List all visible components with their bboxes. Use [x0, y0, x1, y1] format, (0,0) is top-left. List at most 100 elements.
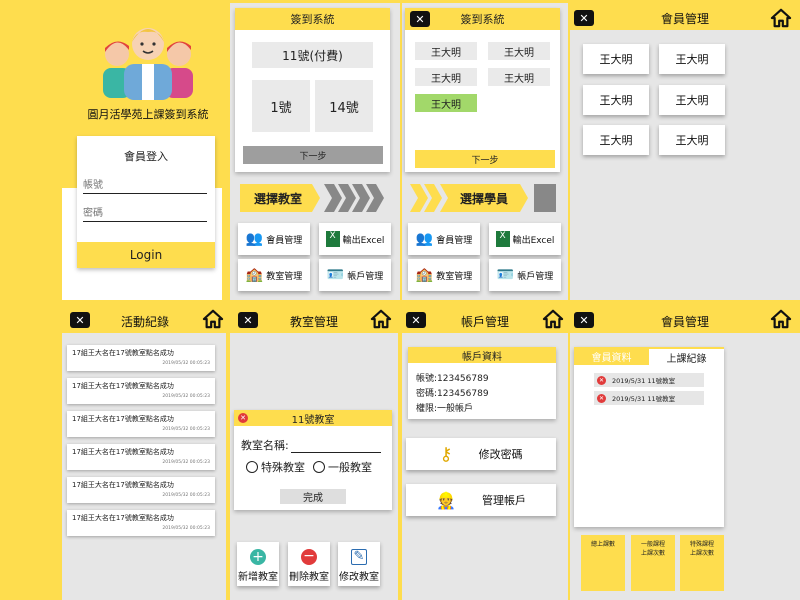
- class-record-item: ✕ 2019/5/31 11號教室: [594, 373, 704, 387]
- tab-member-info[interactable]: 會員資料: [574, 347, 649, 365]
- classroom-dialog-titlebar: ✕ 11號教室: [234, 410, 392, 426]
- member-name-card[interactable]: 王大明: [583, 125, 649, 155]
- class-record-text: 2019/5/31 11號教室: [612, 377, 676, 385]
- record-text: 17組王大名在17號教室點名成功: [72, 349, 174, 357]
- menu-member-button[interactable]: 👥 會員管理: [238, 223, 310, 255]
- id-card-icon: 🪪: [326, 267, 345, 283]
- seat-1-button[interactable]: 1號: [252, 80, 310, 132]
- list-item: 17組王大名在17號教室點名成功 2019/05/32 00:05:23: [67, 510, 215, 536]
- plus-circle-icon: +: [250, 549, 266, 565]
- login-button[interactable]: Login: [77, 242, 215, 268]
- radio-normal[interactable]: [313, 461, 325, 473]
- delete-classroom-label: 刪除教室: [289, 572, 329, 583]
- key-icon: ⚷: [439, 443, 453, 465]
- close-icon[interactable]: ✕: [406, 312, 426, 328]
- list-item: 17組王大名在17號教室點名成功 2019/05/32 00:05:23: [67, 345, 215, 371]
- menu-account-button[interactable]: 🪪 帳戶管理: [489, 259, 561, 291]
- menu-account-button[interactable]: 🪪 帳戶管理: [319, 259, 391, 291]
- close-icon[interactable]: ✕: [574, 10, 594, 26]
- member-detail-topbar: ✕ 會員管理: [570, 309, 800, 333]
- menu-classroom-label: 教室管理: [436, 271, 473, 282]
- classroom-topbar: ✕ 教室管理: [230, 309, 398, 333]
- student-button-selected[interactable]: 王大明: [415, 94, 477, 112]
- change-password-button[interactable]: ⚷ 修改密碼: [406, 438, 556, 470]
- radio-special[interactable]: [246, 461, 258, 473]
- stat-special-classes: 特殊課程 上課次數: [680, 535, 724, 591]
- step-select-classroom: 選擇教室: [240, 184, 390, 212]
- home-icon[interactable]: [770, 8, 792, 28]
- stat-total-classes: 總上課數: [581, 535, 625, 591]
- menu-account-label: 帳戶管理: [347, 271, 384, 282]
- record-text: 17組王大名在17號教室點名成功: [72, 415, 174, 423]
- close-icon[interactable]: ✕: [410, 11, 430, 27]
- manage-account-button[interactable]: 👷 管理帳戶: [406, 484, 556, 516]
- menu-classroom-button[interactable]: 🏫 教室管理: [238, 259, 310, 291]
- account-topbar: ✕ 帳戶管理: [402, 309, 568, 333]
- member-name-card[interactable]: 王大明: [659, 125, 725, 155]
- edit-classroom-button[interactable]: ✎ 修改教室: [338, 542, 380, 586]
- menu-member-button[interactable]: 👥 會員管理: [408, 223, 480, 255]
- add-classroom-label: 新增教室: [238, 572, 278, 583]
- record-date: 2019/05/32 00:05:23: [162, 460, 210, 465]
- paid-seat-button[interactable]: 11號(付費): [252, 42, 373, 68]
- manage-account-label: 管理帳戶: [481, 494, 526, 507]
- menu-classroom-button[interactable]: 🏫 教室管理: [408, 259, 480, 291]
- menu-member-label: 會員管理: [266, 235, 303, 246]
- account-title: 帳戶管理: [460, 314, 509, 329]
- classroom-name-label: 教室名稱:: [241, 439, 289, 452]
- next-button[interactable]: 下一步: [243, 146, 383, 164]
- student-button[interactable]: 王大明: [488, 42, 550, 60]
- remove-icon[interactable]: ✕: [597, 375, 606, 385]
- home-icon[interactable]: [770, 309, 792, 329]
- menu-classroom-label: 教室管理: [266, 271, 303, 282]
- student-button[interactable]: 王大明: [415, 68, 477, 86]
- list-item: 17組王大名在17號教室點名成功 2019/05/32 00:05:23: [67, 477, 215, 503]
- home-icon[interactable]: [542, 309, 564, 329]
- record-date: 2019/05/32 00:05:23: [162, 394, 210, 399]
- checkin-card-2: ✕ 簽到系統 王大明 王大明 王大明 王大明 王大明 下一步: [405, 8, 560, 172]
- next-button[interactable]: 下一步: [415, 150, 555, 168]
- checkin-title: 簽到系統: [235, 8, 390, 30]
- password-input[interactable]: [83, 206, 207, 222]
- student-button[interactable]: 王大明: [488, 68, 550, 86]
- done-button[interactable]: 完成: [280, 489, 346, 504]
- record-date: 2019/05/32 00:05:23: [162, 427, 210, 432]
- building-icon: 🏫: [415, 267, 434, 283]
- member-name-card[interactable]: 王大明: [583, 44, 649, 74]
- password-line: 密碼:123456789: [416, 389, 489, 399]
- excel-icon: X: [325, 231, 340, 247]
- member-name-card[interactable]: 王大明: [659, 85, 725, 115]
- student-button[interactable]: 王大明: [415, 42, 477, 60]
- seat-14-button[interactable]: 14號: [315, 80, 373, 132]
- menu-member-label: 會員管理: [436, 235, 473, 246]
- member-name-card[interactable]: 王大明: [659, 44, 725, 74]
- login-title: 會員登入: [124, 150, 168, 163]
- activity-title: 活動紀錄: [120, 314, 169, 329]
- close-icon[interactable]: ✕: [238, 312, 258, 328]
- class-record-item: ✕ 2019/5/31 11號教室: [594, 391, 704, 405]
- member-detail-card: 會員資料 上課紀錄 ✕ 2019/5/31 11號教室 ✕ 2019/5/31 …: [574, 347, 724, 527]
- record-date: 2019/05/32 00:05:23: [162, 526, 210, 531]
- add-classroom-button[interactable]: + 新增教室: [237, 542, 279, 586]
- home-icon[interactable]: [370, 309, 392, 329]
- menu-excel-button[interactable]: X 輸出Excel: [319, 223, 391, 255]
- people-logo-icon: [103, 28, 193, 100]
- classroom-name-input[interactable]: [290, 442, 381, 453]
- login-card: 會員登入 Login: [77, 136, 215, 268]
- tab-class-records[interactable]: 上課紀錄: [649, 349, 724, 365]
- app-logo: [98, 20, 198, 100]
- menu-excel-button[interactable]: X 輸出Excel: [489, 223, 561, 255]
- close-icon[interactable]: ✕: [238, 413, 248, 423]
- record-text: 17組王大名在17號教室點名成功: [72, 448, 174, 456]
- list-item: 17組王大名在17號教室點名成功 2019/05/32 00:05:23: [67, 378, 215, 404]
- close-icon[interactable]: ✕: [574, 312, 594, 328]
- account-input[interactable]: [83, 178, 207, 194]
- home-icon[interactable]: [202, 309, 224, 329]
- delete-classroom-button[interactable]: − 刪除教室: [288, 542, 330, 586]
- close-icon[interactable]: ✕: [70, 312, 90, 328]
- menu-account-label: 帳戶管理: [517, 271, 554, 282]
- classroom-dialog: ✕ 11號教室 教室名稱: 特殊教室 一般教室 完成: [234, 410, 392, 510]
- remove-icon[interactable]: ✕: [597, 393, 606, 403]
- member-name-card[interactable]: 王大明: [583, 85, 649, 115]
- edit-classroom-label: 修改教室: [339, 572, 379, 583]
